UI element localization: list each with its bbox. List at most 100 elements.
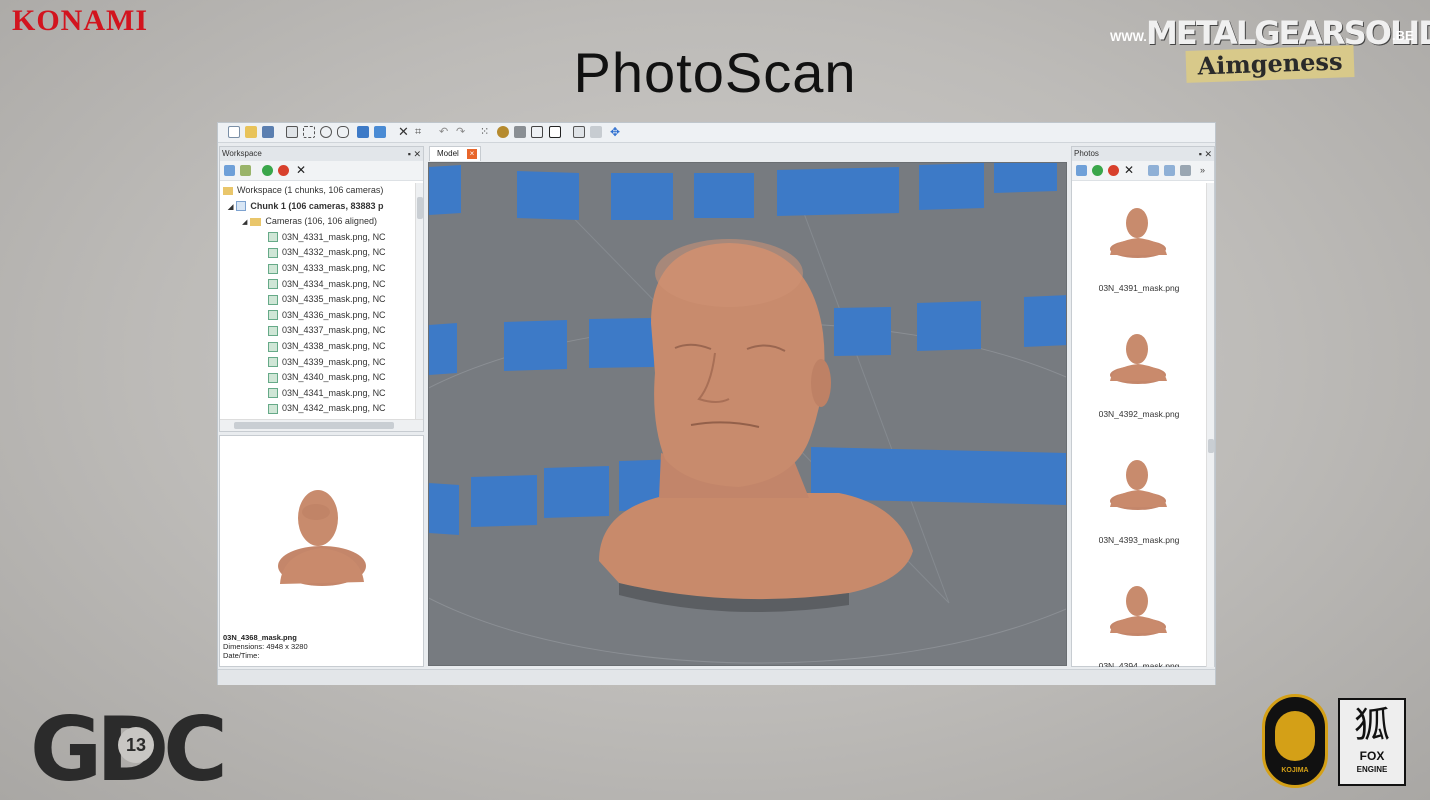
- gdc-year-badge: 13: [118, 727, 154, 763]
- model-viewport[interactable]: [428, 162, 1067, 666]
- camera-file-item[interactable]: 03N_4340_mask.png, NC: [220, 370, 415, 386]
- redo-icon[interactable]: ↷: [456, 126, 468, 138]
- photo-thumbnail-item[interactable]: 03N_4391_mask.png: [1072, 183, 1206, 309]
- photo-thumbnail-item[interactable]: 03N_4393_mask.png: [1072, 435, 1206, 561]
- rect-select-icon[interactable]: [303, 126, 315, 138]
- camera-file-label: 03N_4334_mask.png, NC: [282, 278, 386, 289]
- camera-file-icon: [268, 279, 278, 290]
- panel-pin-close-icon[interactable]: ▪ ✕: [408, 147, 421, 161]
- add-chunk-icon[interactable]: [224, 165, 235, 176]
- reset-view-icon[interactable]: [590, 126, 602, 138]
- fox-kanji: 狐: [1353, 704, 1390, 745]
- circle-select-icon[interactable]: [320, 126, 332, 138]
- workspace-icon: [223, 186, 233, 195]
- crop-icon[interactable]: ⌗: [415, 126, 427, 138]
- camera-file-icon: [268, 403, 278, 414]
- camera-file-item[interactable]: 03N_4338_mask.png, NC: [220, 339, 415, 355]
- camera-file-item[interactable]: 03N_4337_mask.png, NC: [220, 323, 415, 339]
- view-mode-icon[interactable]: [1180, 165, 1191, 176]
- konami-logo: KONAMI: [12, 4, 148, 37]
- camera-file-label: 03N_4333_mask.png, NC: [282, 262, 386, 273]
- save-icon[interactable]: [262, 126, 274, 138]
- navigation-icon[interactable]: [286, 126, 298, 138]
- shaded-icon[interactable]: [497, 126, 509, 138]
- camera-file-icon: [268, 388, 278, 399]
- photo-bust-image: [1110, 586, 1167, 636]
- close-tab-icon[interactable]: ×: [467, 149, 477, 159]
- camera-file-label: 03N_4339_mask.png, NC: [282, 356, 386, 367]
- resize-region-icon[interactable]: [374, 126, 386, 138]
- scroll-thumb[interactable]: [1208, 439, 1214, 453]
- scroll-thumb[interactable]: [234, 422, 394, 429]
- remove-icon[interactable]: ✕: [296, 164, 307, 176]
- mgs-main: METALGEARSOLID: [1146, 14, 1430, 52]
- camera-file-label: 03N_4338_mask.png, NC: [282, 340, 386, 351]
- camera-file-label: 03N_4331_mask.png, NC: [282, 231, 386, 242]
- camera-file-item[interactable]: 03N_4339_mask.png, NC: [220, 355, 415, 371]
- preview-info: 03N_4368_mask.png Dimensions: 4948 x 328…: [223, 633, 308, 660]
- move-object-icon[interactable]: ✥: [610, 126, 622, 138]
- mgs-be: .BE: [1392, 28, 1414, 43]
- tree-chunk-label: Chunk 1 (106 cameras, 83883 p: [250, 200, 384, 211]
- camera-file-icon: [268, 294, 278, 305]
- camera-file-item[interactable]: 03N_4332_mask.png, NC: [220, 245, 415, 261]
- solid-icon[interactable]: [514, 126, 526, 138]
- camera-file-icon: [268, 372, 278, 383]
- camera-file-icon: [268, 263, 278, 274]
- photo-thumbnail-item[interactable]: 03N_4392_mask.png: [1072, 309, 1206, 435]
- show-thumbnails-icon[interactable]: [573, 126, 585, 138]
- more-icon[interactable]: »: [1200, 165, 1211, 176]
- camera-file-item[interactable]: 03N_4335_mask.png, NC: [220, 292, 415, 308]
- preview-filename: 03N_4368_mask.png: [223, 633, 297, 642]
- expand-icon[interactable]: ◢: [242, 219, 247, 226]
- camera-file-item[interactable]: 03N_4331_mask.png, NC: [220, 230, 415, 246]
- add-photos-icon[interactable]: [1076, 165, 1087, 176]
- free-select-icon[interactable]: [337, 126, 349, 138]
- head-mesh: [599, 239, 913, 613]
- preview-bust-image: [278, 490, 366, 586]
- remove-icon[interactable]: ✕: [1124, 164, 1135, 176]
- undo-icon[interactable]: ↶: [439, 126, 451, 138]
- camera-file-item[interactable]: 03N_4342_mask.png, NC: [220, 401, 415, 417]
- enable-icon[interactable]: [1092, 165, 1103, 176]
- new-icon[interactable]: [228, 126, 240, 138]
- tree-chunk[interactable]: ◢ Chunk 1 (106 cameras, 83883 p: [220, 199, 415, 215]
- disable-icon[interactable]: [278, 165, 289, 176]
- workspace-hscroll[interactable]: [220, 419, 423, 431]
- photo-bust-image: [1110, 460, 1167, 510]
- point-cloud-icon[interactable]: ⁙: [480, 126, 492, 138]
- camera-file-item[interactable]: 03N_4334_mask.png, NC: [220, 277, 415, 293]
- photo-bust-image: [1110, 208, 1167, 258]
- camera-file-item[interactable]: 03N_4336_mask.png, NC: [220, 308, 415, 324]
- tree-root[interactable]: Workspace (1 chunks, 106 cameras): [220, 183, 415, 199]
- kojima-text: KOJIMA: [1281, 767, 1309, 774]
- open-icon[interactable]: [245, 126, 257, 138]
- folder-icon: [250, 217, 262, 226]
- delete-icon[interactable]: ✕: [398, 125, 410, 138]
- enable-icon[interactable]: [262, 165, 273, 176]
- chunk-icon: [236, 201, 247, 212]
- camera-file-label: 03N_4342_mask.png, NC: [282, 403, 386, 414]
- photos-tools: ✕ »: [1072, 161, 1214, 181]
- panel-pin-close-icon[interactable]: ▪ ✕: [1199, 147, 1212, 161]
- wireframe-icon[interactable]: [531, 126, 543, 138]
- rotate-left-icon[interactable]: [1148, 165, 1159, 176]
- scroll-thumb[interactable]: [417, 197, 423, 219]
- show-cameras-icon[interactable]: [549, 126, 561, 138]
- photos-title: Photos: [1074, 149, 1099, 158]
- expand-icon[interactable]: ◢: [228, 204, 233, 211]
- tree-cameras-label: Cameras (106, 106 aligned): [265, 216, 377, 227]
- camera-file-item[interactable]: 03N_4333_mask.png, NC: [220, 261, 415, 277]
- disable-icon[interactable]: [1108, 165, 1119, 176]
- workspace-vscroll[interactable]: [415, 183, 423, 419]
- photo-thumbnail-item[interactable]: 03N_4394_mask.png: [1072, 561, 1206, 667]
- camera-file-item[interactable]: 03N_4341_mask.png, NC: [220, 386, 415, 402]
- rotate-right-icon[interactable]: [1164, 165, 1175, 176]
- tab-model[interactable]: Model ×: [429, 146, 481, 161]
- camera-file-label: 03N_4337_mask.png, NC: [282, 325, 386, 336]
- photos-vscroll[interactable]: [1206, 183, 1214, 667]
- add-photos-icon[interactable]: [240, 165, 251, 176]
- camera-file-icon: [268, 248, 278, 258]
- move-region-icon[interactable]: [357, 126, 369, 138]
- tree-cameras[interactable]: ◢ Cameras (106, 106 aligned): [220, 214, 415, 230]
